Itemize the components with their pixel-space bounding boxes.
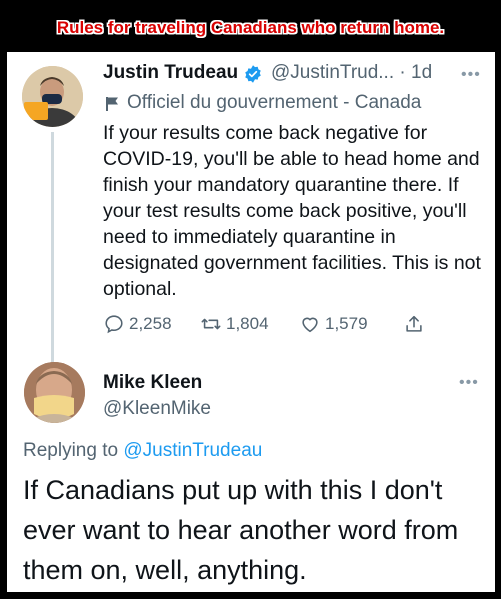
avatar-image [24,362,85,423]
share-button[interactable] [403,310,429,338]
reply-button[interactable]: 2,258 [103,310,172,338]
author-handle-and-time[interactable]: @JustinTrud... · 1d [271,62,432,84]
reply-icon [105,315,123,334]
more-icon[interactable]: ••• [459,374,479,392]
author-handle[interactable]: @KleenMike [103,398,211,420]
flag-icon [106,97,118,111]
caption-banner: Rules for traveling Canadians who return… [0,0,501,52]
verified-badge-icon [245,65,261,83]
author-handle: @JustinTrud... [271,62,395,83]
reply-count: 2,258 [129,314,172,333]
tweet-text: If your results come back negative for C… [103,122,481,300]
thread-connector [51,132,54,384]
like-button[interactable]: 1,579 [299,310,368,338]
author-name[interactable]: Justin Trudeau [103,62,238,84]
more-icon[interactable]: ••• [461,66,481,84]
like-count: 1,579 [325,314,368,333]
replying-to-line: Replying to @JustinTrudeau [23,440,262,462]
retweet-count: 1,804 [226,314,269,333]
tweet-thread: Justin Trudeau @JustinTrud... · 1d ••• O… [7,52,495,592]
caption-text: Rules for traveling Canadians who return… [56,18,445,37]
retweet-button[interactable]: 1,804 [200,310,269,338]
share-icon [406,315,422,332]
avatar-image [22,66,83,127]
avatar[interactable] [22,66,83,127]
author-name[interactable]: Mike Kleen [103,372,202,394]
replying-to-prefix: Replying to [23,440,124,461]
tweet-actions: 2,258 1,804 1,579 [103,310,463,338]
government-label[interactable]: Officiel du gouvernement - Canada [127,92,421,114]
mention-link[interactable]: @JustinTrudeau [123,440,262,461]
retweet-icon [201,318,221,330]
avatar[interactable] [24,362,85,423]
reply-text: If Canadians put up with this I don't ev… [23,475,459,585]
screenshot-frame: Rules for traveling Canadians who return… [0,0,501,599]
tweet-time[interactable]: · 1d [399,62,432,83]
heart-icon [302,317,318,333]
